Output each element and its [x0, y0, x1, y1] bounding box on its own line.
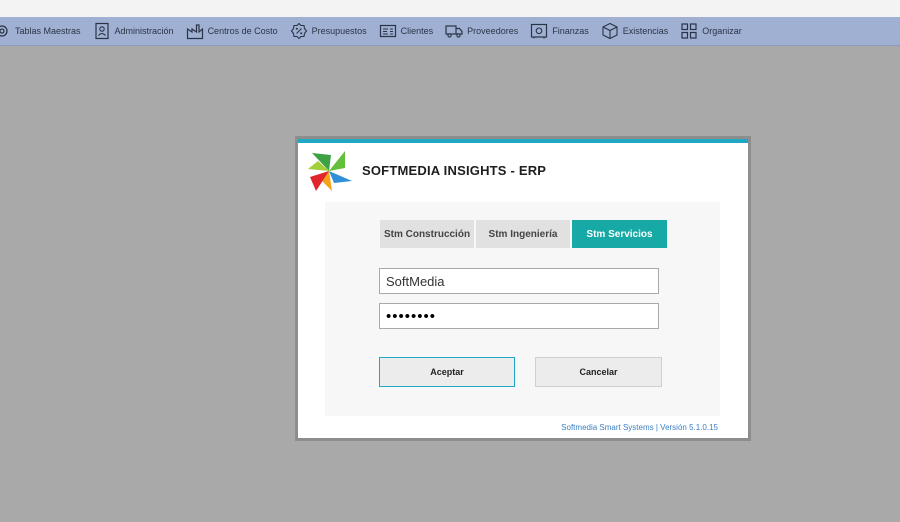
menu-label: Organizar — [702, 26, 742, 36]
menu-label: Finanzas — [552, 26, 589, 36]
menu-label: Tablas Maestras — [15, 26, 81, 36]
menu-tablas-maestras[interactable]: Tablas Maestras — [0, 17, 81, 45]
menu-existencias[interactable]: Existencias — [601, 17, 669, 45]
tab-stm-construccion[interactable]: Stm Construcción — [380, 220, 474, 248]
menu-label: Existencias — [622, 26, 669, 36]
accept-button[interactable]: Aceptar — [379, 357, 515, 387]
dialog-accent-bar — [298, 139, 748, 143]
pinwheel-logo-icon — [308, 151, 352, 191]
gear-icon — [0, 25, 8, 37]
menu-finanzas[interactable]: Finanzas — [530, 17, 589, 45]
login-panel: Stm Construcción Stm Ingeniería Stm Serv… — [325, 202, 720, 416]
menu-clientes[interactable]: Clientes — [379, 17, 434, 45]
tab-stm-servicios[interactable]: Stm Servicios — [572, 220, 667, 248]
main-menu-bar: Tablas Maestras Administración Centros d… — [0, 17, 900, 46]
menu-label: Presupuestos — [311, 26, 367, 36]
menu-administracion[interactable]: Administración — [93, 17, 174, 45]
tab-stm-ingenieria[interactable]: Stm Ingeniería — [476, 220, 570, 248]
menu-proveedores[interactable]: Proveedores — [445, 17, 518, 45]
menu-presupuestos[interactable]: Presupuestos — [290, 17, 367, 45]
box-icon — [602, 22, 618, 40]
company-tabs: Stm Construcción Stm Ingeniería Stm Serv… — [380, 220, 667, 248]
password-input[interactable] — [379, 303, 659, 329]
menu-label: Clientes — [400, 26, 434, 36]
app-title: SOFTMEDIA INSIGHTS - ERP — [362, 163, 547, 178]
menu-label: Administración — [114, 26, 174, 36]
menu-centros-de-costo[interactable]: Centros de Costo — [186, 17, 278, 45]
id-badge-icon — [94, 22, 109, 40]
safe-icon — [531, 23, 548, 39]
cancel-button[interactable]: Cancelar — [535, 357, 662, 387]
truck-icon — [445, 25, 463, 38]
username-input[interactable] — [379, 268, 659, 294]
grid-icon — [681, 23, 697, 39]
menu-organizar[interactable]: Organizar — [680, 17, 742, 45]
version-label: Softmedia Smart Systems | Versión 5.1.0.… — [561, 423, 718, 432]
menu-label: Centros de Costo — [207, 26, 278, 36]
menu-label: Proveedores — [467, 26, 519, 36]
client-card-icon — [379, 24, 396, 38]
factory-icon — [186, 24, 203, 40]
top-title-strip — [0, 0, 900, 17]
login-dialog: SOFTMEDIA INSIGHTS - ERP Stm Construcció… — [298, 139, 748, 438]
percent-badge-icon — [290, 22, 307, 40]
